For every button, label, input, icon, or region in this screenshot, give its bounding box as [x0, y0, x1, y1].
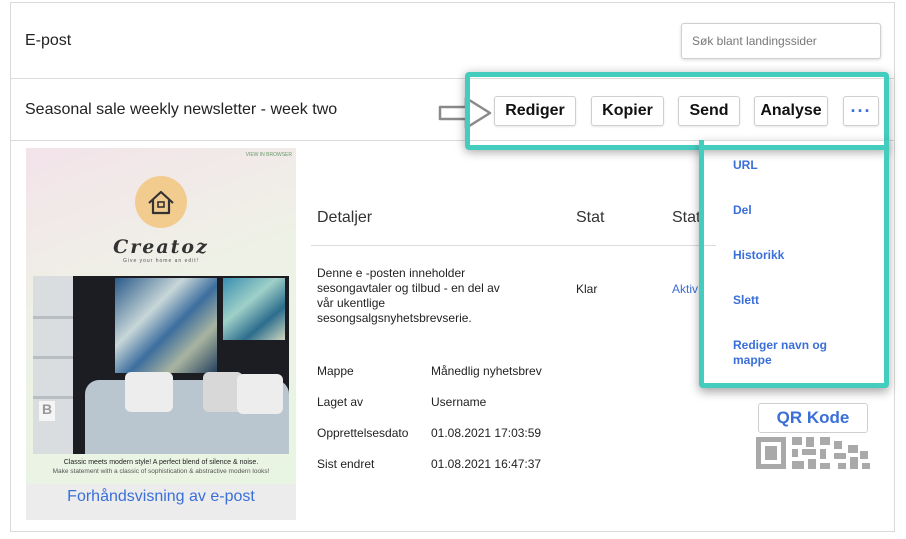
meta-label-folder: Mappe [317, 364, 354, 378]
email-card: E-post Seasonal sale weekly newsletter -… [10, 2, 895, 532]
newsletter-row-header: Seasonal sale weekly newsletter - week t… [11, 79, 894, 141]
shelf-line [33, 316, 73, 319]
analyse-button[interactable]: Analyse [754, 96, 828, 126]
email-preview: VIEW IN BROWSER Creatoz Give your home a… [26, 148, 296, 520]
brand-name: Creatoz [113, 236, 209, 258]
shelf-line [33, 356, 73, 359]
pillow [125, 372, 173, 412]
arrow-right-icon [438, 96, 492, 130]
preview-email-link[interactable]: Forhåndsvisning av e-post [26, 488, 296, 506]
column-header-status-2: Stat [672, 209, 701, 226]
pillow [237, 374, 283, 414]
newsletter-title: Seasonal sale weekly newsletter - week t… [25, 101, 338, 118]
house-logo-icon [135, 176, 187, 228]
email-preview-image[interactable]: VIEW IN BROWSER Creatoz Give your home a… [26, 148, 296, 484]
bookshelf: B [33, 276, 73, 454]
letter-decor: B [39, 401, 55, 421]
search-input[interactable] [681, 23, 881, 59]
meta-label-last-modified: Sist endret [317, 457, 375, 471]
column-header-status: Stat [576, 209, 605, 226]
menu-item-url[interactable]: URL [733, 158, 853, 173]
sofa [85, 372, 289, 454]
caption-main: Classic meets modern style! A perfect bl… [63, 459, 259, 466]
menu-item-delete[interactable]: Slett [733, 293, 853, 308]
meta-value-folder: Månedlig nyhetsbrev [431, 364, 542, 378]
page-title: E-post [25, 32, 72, 49]
page-header: E-post [11, 3, 894, 79]
shelf-line [33, 396, 73, 399]
more-options-button[interactable]: ··· [843, 96, 879, 126]
email-description: Denne e -posten inneholder sesongavtaler… [317, 266, 500, 325]
meta-value-created-by: Username [431, 395, 487, 409]
view-in-browser-link: VIEW IN BROWSER [245, 152, 292, 158]
edit-button[interactable]: Rediger [494, 96, 576, 126]
meta-value-created-date: 01.08.2021 17:03:59 [431, 426, 542, 440]
send-button[interactable]: Send [678, 96, 740, 126]
brand-tagline: Give your home an edit! [122, 258, 200, 264]
meta-value-last-modified: 01.08.2021 16:47:37 [431, 457, 542, 471]
status-value: Klar [576, 282, 598, 296]
caption-sub: Make statement with a classic of sophist… [52, 468, 270, 475]
abstract-painting-large [115, 278, 217, 373]
menu-item-history[interactable]: Historikk [733, 248, 853, 263]
qr-code-button[interactable]: QR Kode [758, 403, 868, 433]
column-header-details: Detaljer [317, 209, 373, 226]
table-divider [311, 245, 716, 246]
email-caption: Classic meets modern style! A perfect bl… [26, 458, 296, 476]
meta-label-created-by: Laget av [317, 395, 364, 409]
qr-code-icon [756, 437, 870, 469]
abstract-painting-small [223, 278, 285, 340]
menu-item-share[interactable]: Del [733, 203, 853, 218]
meta-label-created-date: Opprettelsesdato [317, 426, 409, 440]
menu-item-rename[interactable]: Rediger navn og mappe [733, 338, 853, 368]
more-options-dropdown: URL Del Historikk Slett Rediger navn og … [719, 143, 889, 383]
copy-button[interactable]: Kopier [591, 96, 664, 126]
status-active-link[interactable]: Aktiv [672, 282, 698, 296]
living-room-photo: B [33, 276, 289, 454]
